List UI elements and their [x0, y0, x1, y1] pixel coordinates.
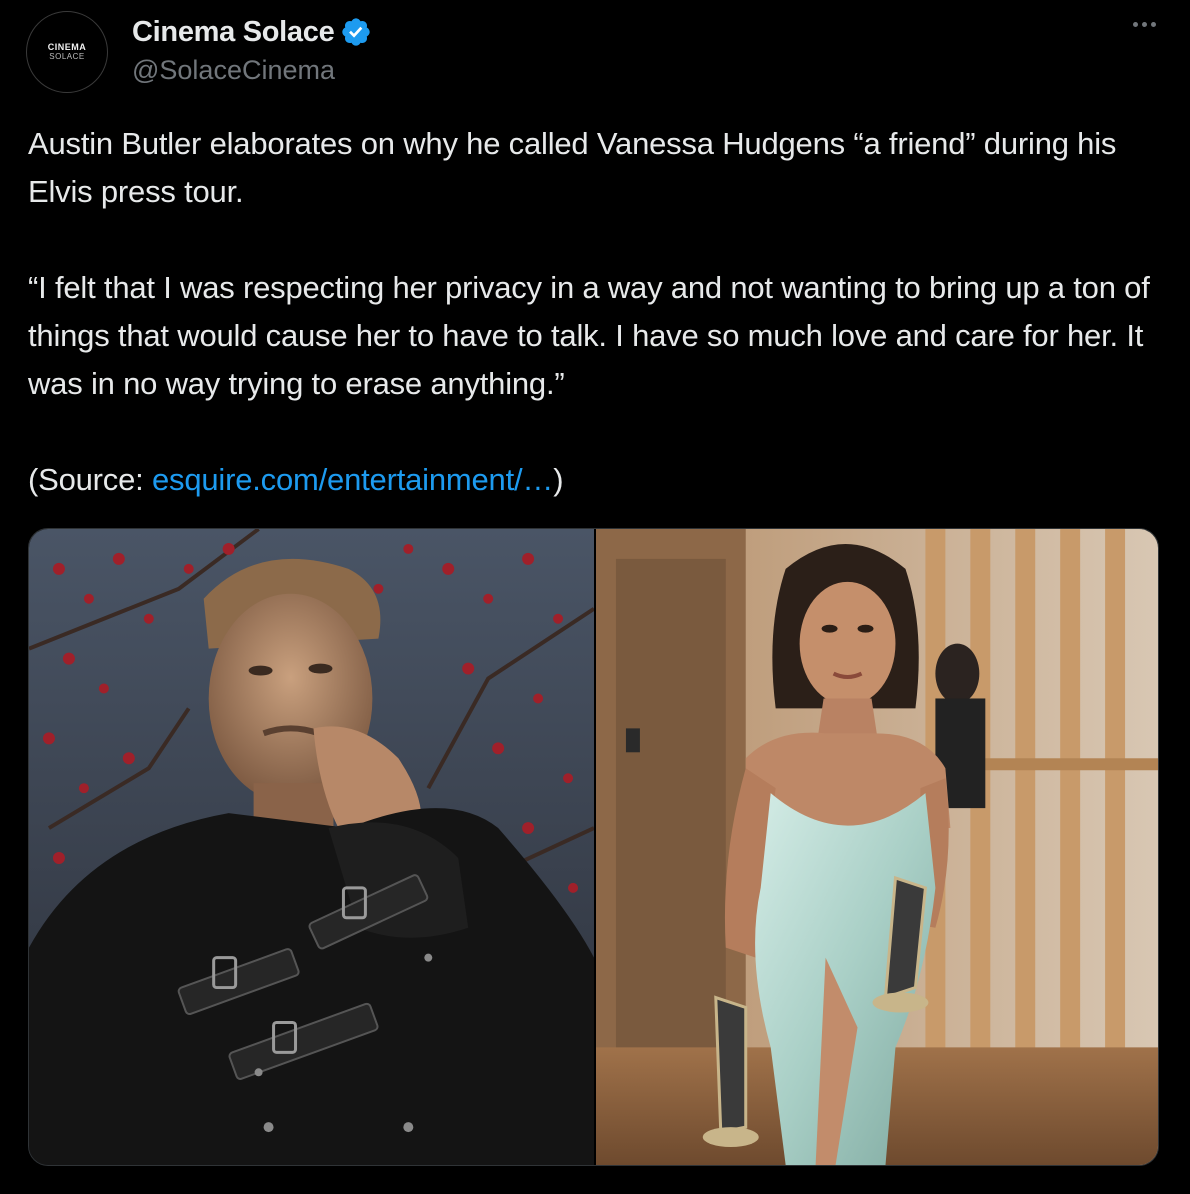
avatar-text-solace: SOLACE [49, 52, 85, 61]
avatar-text-cinema: CINEMA [47, 42, 87, 52]
source-suffix: ) [553, 462, 564, 497]
avatar[interactable]: CINEMA SOLACE [26, 11, 108, 93]
verified-badge-icon [342, 18, 371, 46]
display-name[interactable]: Cinema Solace [132, 16, 335, 49]
more-dot [1142, 22, 1147, 27]
media-grid[interactable] [28, 528, 1159, 1166]
author-handle[interactable]: @SolaceCinema [132, 55, 335, 86]
tweet-paragraph-1: Austin Butler elaborates on why he calle… [28, 126, 1117, 209]
author-name-row: Cinema Solace [132, 14, 372, 50]
more-dot [1133, 22, 1138, 27]
photo-vanessa-hudgens[interactable] [596, 529, 1158, 1165]
tweet-source: (Source: esquire.com/entertainment/…) [28, 456, 1163, 504]
tweet-paragraph-2: “I felt that I was respecting her privac… [28, 270, 1150, 401]
source-link[interactable]: esquire.com/entertainment/… [152, 462, 553, 497]
photo-austin-butler[interactable] [29, 529, 594, 1165]
tweet-text: Austin Butler elaborates on why he calle… [28, 120, 1163, 504]
source-prefix: (Source: [28, 462, 152, 497]
tweet[interactable]: CINEMA SOLACE Cinema Solace @SolaceCinem… [0, 0, 1190, 1194]
more-dot [1151, 22, 1156, 27]
more-options-icon[interactable] [1133, 22, 1156, 27]
photo-austin-butler-image [29, 529, 594, 1165]
photo-vanessa-hudgens-image [596, 529, 1158, 1165]
